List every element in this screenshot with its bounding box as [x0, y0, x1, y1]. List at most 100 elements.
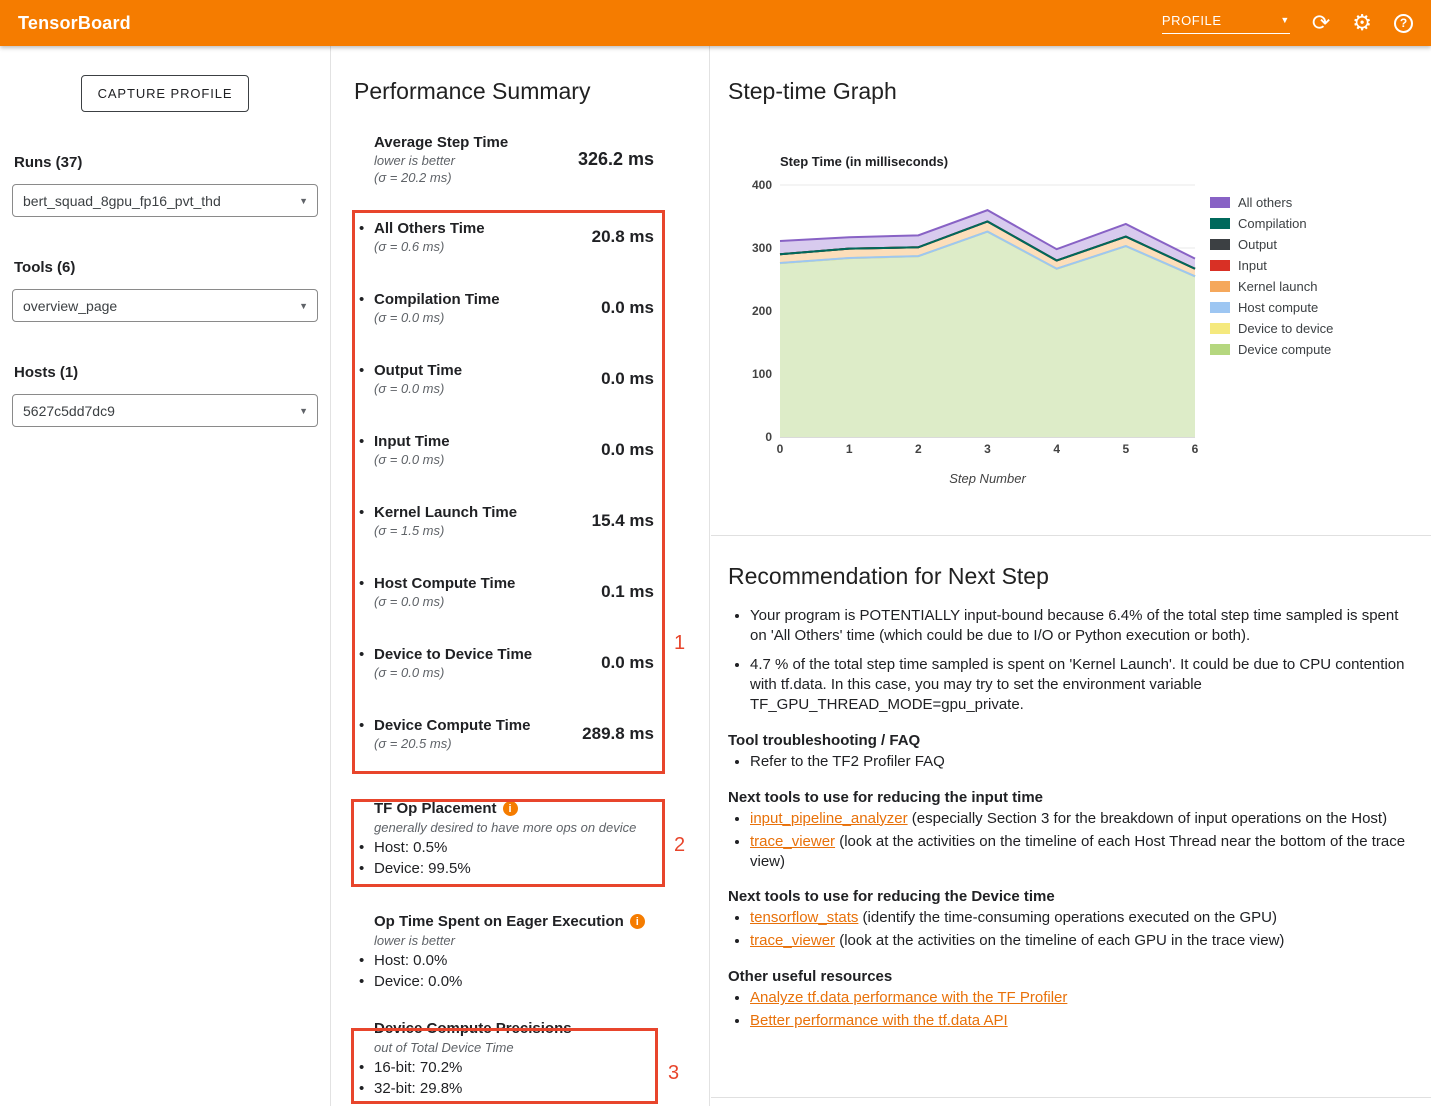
bullet-icon — [359, 717, 374, 774]
metric-label: Kernel Launch Time — [374, 504, 517, 521]
legend-swatch — [1210, 239, 1230, 250]
legend-label: Device to device — [1238, 321, 1333, 336]
bullet-icon — [359, 839, 374, 856]
svg-text:Step Time (in milliseconds): Step Time (in milliseconds) — [780, 154, 948, 169]
list-item: Host: 0.5% — [359, 839, 669, 856]
bullet-icon — [359, 433, 374, 490]
metric-sigma: (σ = 1.5 ms) — [374, 523, 517, 538]
list-item: Better performance with the tf.data API — [750, 1011, 1417, 1031]
metric-note: generally desired to have more ops on de… — [359, 820, 669, 835]
bullet-icon — [359, 973, 374, 990]
section-heading: Tool troubleshooting / FAQ — [728, 732, 1417, 749]
device-precisions-block: Device Compute Precisions out of Total D… — [331, 1020, 709, 1097]
metric-value: Device: 0.0% — [374, 973, 462, 990]
step-time-chart: Step Time (in milliseconds)0100200300400… — [741, 150, 1241, 495]
legend-swatch — [1210, 344, 1230, 355]
metric-value: Host: 0.0% — [374, 952, 447, 969]
svg-text:3: 3 — [984, 442, 991, 456]
metric-label: All Others Time — [374, 220, 485, 237]
recommendation-bullet: Your program is POTENTIALLY input-bound … — [750, 606, 1417, 646]
metric-label: Device to Device Time — [374, 646, 532, 663]
annotation-number-1: 1 — [674, 632, 685, 655]
metric-sigma: (σ = 0.0 ms) — [374, 310, 500, 325]
bottom-divider — [711, 1097, 1431, 1098]
metric-sigma: (σ = 20.5 ms) — [374, 736, 530, 751]
tensorflow-stats-link[interactable]: tensorflow_stats — [750, 909, 858, 926]
recommendation-bullet: 4.7 % of the total step time sampled is … — [750, 655, 1417, 715]
metric-sigma: (σ = 0.0 ms) — [374, 594, 515, 609]
list-item: tensorflow_stats (identify the time-cons… — [750, 908, 1417, 928]
item-text: Refer to the TF2 Profiler FAQ — [750, 753, 945, 770]
list-item: Refer to the TF2 Profiler FAQ — [750, 752, 1417, 772]
bullet-icon — [359, 860, 374, 877]
tfdata-api-link[interactable]: Better performance with the tf.data API — [750, 1012, 1008, 1029]
metric-note: out of Total Device Time — [359, 1040, 669, 1055]
tools-label: Tools (6) — [14, 259, 316, 276]
legend-item: Compilation — [1210, 213, 1333, 234]
section-heading: Other useful resources — [728, 968, 1417, 985]
bullet-icon — [359, 291, 374, 348]
svg-text:1: 1 — [846, 442, 853, 456]
trace-viewer-link[interactable]: trace_viewer — [750, 833, 835, 850]
gear-icon[interactable]: ⚙ — [1352, 12, 1372, 34]
app-title: TensorBoard — [18, 13, 131, 34]
legend-item: Input — [1210, 255, 1333, 276]
legend-label: Output — [1238, 237, 1277, 252]
app-header: TensorBoard PROFILE ▼ ⟳ ⚙ ? — [0, 0, 1431, 46]
legend-swatch — [1210, 260, 1230, 271]
list-item: input_pipeline_analyzer (especially Sect… — [750, 809, 1417, 829]
metric-value: 0.0 ms — [601, 440, 654, 490]
legend-item: All others — [1210, 192, 1333, 213]
metric-label: TF Op Placement — [374, 800, 497, 817]
legend-label: Input — [1238, 258, 1267, 273]
rec-section-device-time: Next tools to use for reducing the Devic… — [728, 888, 1417, 951]
rec-section-resources: Other useful resources Analyze tf.data p… — [728, 968, 1417, 1031]
tools-select[interactable]: overview_page ▼ — [12, 289, 318, 322]
list-item: trace_viewer (look at the activities on … — [750, 832, 1417, 872]
metric-label: Device Compute Time — [374, 717, 530, 734]
dashboard-select[interactable]: PROFILE ▼ — [1162, 13, 1290, 34]
tfdata-performance-link[interactable]: Analyze tf.data performance with the TF … — [750, 989, 1067, 1006]
help-icon[interactable]: ? — [1394, 14, 1413, 33]
item-text: (look at the activities on the timeline … — [835, 932, 1284, 949]
hosts-select-value: 5627c5dd7dc9 — [23, 403, 115, 419]
svg-text:400: 400 — [752, 178, 772, 192]
legend-item: Host compute — [1210, 297, 1333, 318]
tools-select-value: overview_page — [23, 298, 117, 314]
recommendation-bullets: Your program is POTENTIALLY input-bound … — [728, 606, 1417, 715]
hosts-select[interactable]: 5627c5dd7dc9 ▼ — [12, 394, 318, 427]
metric-row: Kernel Launch Time (σ = 1.5 ms) 15.4 ms — [331, 490, 709, 561]
metric-note: lower is better — [359, 933, 669, 948]
section-divider — [711, 535, 1431, 536]
metric-sigma: (σ = 0.0 ms) — [374, 452, 450, 467]
metric-row: Device to Device Time (σ = 0.0 ms) 0.0 m… — [331, 632, 709, 703]
legend-label: All others — [1238, 195, 1292, 210]
eager-execution-block: Op Time Spent on Eager Execution i lower… — [331, 913, 709, 990]
svg-text:5: 5 — [1122, 442, 1129, 456]
metric-value: Device: 99.5% — [374, 860, 471, 877]
bullet-icon — [359, 646, 374, 703]
svg-text:6: 6 — [1192, 442, 1199, 456]
trace-viewer-link[interactable]: trace_viewer — [750, 932, 835, 949]
refresh-icon[interactable]: ⟳ — [1312, 12, 1330, 34]
capture-profile-button[interactable]: CAPTURE PROFILE — [81, 75, 250, 112]
metric-value: 0.0 ms — [601, 298, 654, 348]
metric-value: 20.8 ms — [592, 227, 654, 277]
list-item: 32-bit: 29.8% — [359, 1080, 669, 1097]
metric-list: All Others Time (σ = 0.6 ms) 20.8 ms Com… — [331, 206, 709, 774]
metric-label: Host Compute Time — [374, 575, 515, 592]
info-icon[interactable]: i — [630, 914, 645, 929]
step-time-chart-svg: Step Time (in milliseconds)0100200300400… — [741, 150, 1241, 495]
input-pipeline-analyzer-link[interactable]: input_pipeline_analyzer — [750, 810, 908, 827]
metric-row: All Others Time (σ = 0.6 ms) 20.8 ms — [331, 206, 709, 277]
list-item: Device: 99.5% — [359, 860, 669, 877]
metric-label: Input Time — [374, 433, 450, 450]
info-icon[interactable]: i — [503, 801, 518, 816]
annotation-number-3: 3 — [668, 1062, 679, 1085]
sidebar: CAPTURE PROFILE Runs (37) bert_squad_8gp… — [0, 46, 331, 1106]
legend-item: Kernel launch — [1210, 276, 1333, 297]
runs-select[interactable]: bert_squad_8gpu_fp16_pvt_thd ▼ — [12, 184, 318, 217]
legend-swatch — [1210, 281, 1230, 292]
performance-summary-title: Performance Summary — [354, 78, 709, 108]
metric-value: 0.0 ms — [601, 653, 654, 703]
